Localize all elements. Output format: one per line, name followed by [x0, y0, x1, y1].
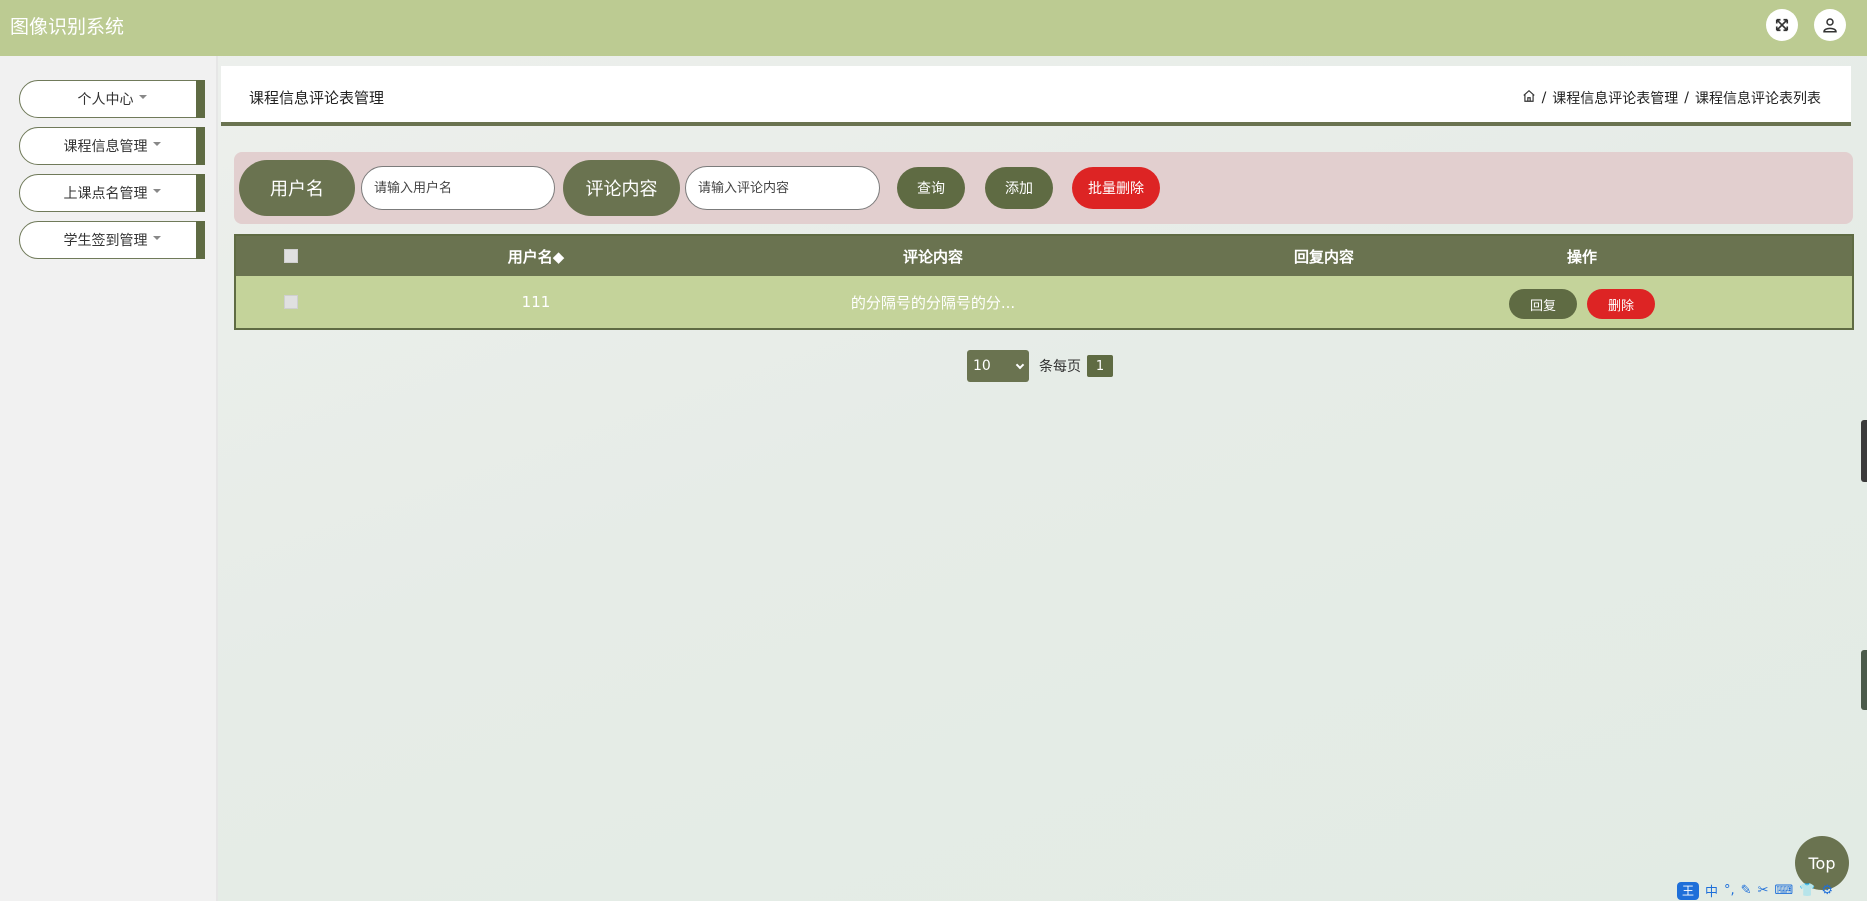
select-all-cell	[236, 236, 346, 276]
row-select-cell	[236, 276, 346, 328]
ime-toolbar: 王 中 °, ✎ ✂ ⌨ 👕 ⚙	[1677, 880, 1833, 901]
delete-button[interactable]: 删除	[1587, 289, 1655, 319]
sidebar-item-roll-call[interactable]: 上课点名管理	[19, 174, 205, 212]
table-row: 111 的分隔号的分隔号的分... 回复 删除	[236, 276, 1852, 328]
top-header: 图像识别系统	[0, 0, 1867, 56]
caret-down-icon	[138, 95, 147, 99]
content-input[interactable]	[685, 166, 880, 210]
app-title: 图像识别系统	[10, 16, 125, 38]
caret-down-icon	[152, 189, 161, 193]
reply-button[interactable]: 回复	[1509, 289, 1577, 319]
row-checkbox[interactable]	[284, 295, 298, 309]
sidebar-item-label: 学生签到管理	[63, 233, 148, 249]
column-header-username[interactable]: 用户名◆	[476, 236, 596, 276]
add-button[interactable]: 添加	[985, 167, 1053, 209]
right-edge-handle[interactable]	[1861, 650, 1867, 710]
search-bar: 用户名 评论内容 查询 添加 批量删除	[234, 152, 1853, 224]
per-page-label: 条每页	[1039, 359, 1081, 375]
sidebar-item-label: 个人中心	[77, 92, 134, 108]
page-header: 课程信息评论表管理 / 课程信息评论表管理 / 课程信息评论表列表	[221, 66, 1851, 126]
select-all-checkbox[interactable]	[284, 249, 298, 263]
page-title: 课程信息评论表管理	[249, 89, 385, 107]
breadcrumb-separator: /	[1541, 90, 1547, 106]
chevron-down-icon	[1015, 360, 1025, 370]
ime-badge[interactable]: 王	[1677, 881, 1699, 900]
right-edge-handle[interactable]	[1861, 420, 1867, 482]
username-label: 用户名	[239, 160, 355, 216]
column-header-actions: 操作	[1566, 247, 1597, 266]
cell-reply	[1244, 276, 1404, 328]
sidebar-item-course-info[interactable]: 课程信息管理	[19, 127, 205, 165]
sidebar-item-label: 课程信息管理	[63, 139, 148, 155]
sidebar-item-student-signin[interactable]: 学生签到管理	[19, 221, 205, 259]
sidebar: 个人中心 课程信息管理 上课点名管理 学生签到管理	[0, 56, 218, 901]
sidebar-item-label: 上课点名管理	[63, 186, 148, 202]
caret-down-icon	[152, 142, 161, 146]
page-number-button[interactable]: 1	[1087, 355, 1113, 377]
gear-icon[interactable]: ⚙	[1821, 883, 1833, 898]
page-size-select[interactable]: 10	[967, 350, 1029, 382]
page-size-value: 10	[973, 358, 991, 374]
scissors-icon[interactable]: ✂	[1758, 883, 1769, 898]
breadcrumb-separator: /	[1684, 90, 1689, 106]
pagination: 10 条每页 1	[967, 350, 1113, 382]
shirt-icon[interactable]: 👕	[1799, 883, 1815, 898]
breadcrumb: / 课程信息评论表管理 / 课程信息评论表列表	[1522, 88, 1821, 108]
ime-language[interactable]: 中	[1705, 881, 1718, 900]
cell-content: 的分隔号的分隔号的分...	[850, 293, 1016, 312]
user-icon[interactable]	[1814, 9, 1846, 41]
punctuation-icon[interactable]: °,	[1724, 883, 1735, 898]
username-input[interactable]	[361, 166, 555, 210]
breadcrumb-item: 课程信息评论表列表	[1695, 91, 1821, 107]
pen-icon[interactable]: ✎	[1741, 883, 1752, 898]
breadcrumb-item[interactable]: 课程信息评论表管理	[1552, 88, 1678, 108]
keyboard-icon[interactable]: ⌨	[1774, 883, 1793, 898]
caret-down-icon	[152, 236, 161, 240]
fullscreen-icon[interactable]	[1766, 9, 1798, 41]
column-header-reply: 回复内容	[1293, 247, 1354, 266]
sidebar-item-personal-center[interactable]: 个人中心	[19, 80, 205, 118]
batch-delete-button[interactable]: 批量删除	[1072, 167, 1160, 209]
data-table: 用户名◆ 评论内容 回复内容 操作 111 的分隔号的分隔号的分... 回复 删…	[234, 234, 1854, 330]
table-header: 用户名◆ 评论内容 回复内容 操作	[236, 236, 1852, 276]
cell-username: 111	[521, 293, 551, 311]
column-header-content: 评论内容	[902, 247, 963, 266]
content-label: 评论内容	[563, 160, 680, 216]
home-icon[interactable]	[1522, 89, 1536, 107]
query-button[interactable]: 查询	[897, 167, 965, 209]
